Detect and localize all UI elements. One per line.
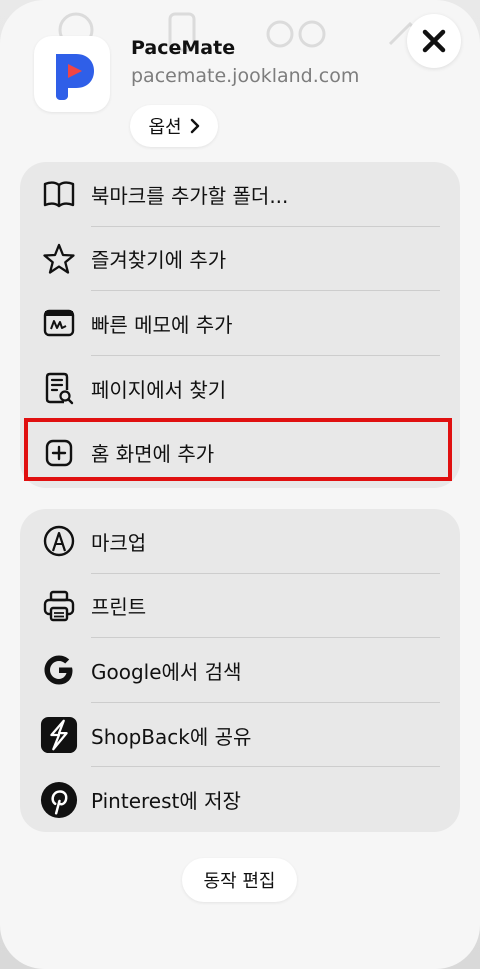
- action-label: 즐겨찾기에 추가: [91, 248, 227, 273]
- options-button[interactable]: 옵션: [130, 105, 218, 147]
- action-row-google-search[interactable]: Google에서 검색: [20, 638, 460, 703]
- quick-note-icon: [40, 304, 78, 342]
- action-label: 프린트: [91, 595, 147, 620]
- action-label: 빠른 메모에 추가: [91, 312, 233, 337]
- printer-icon: [40, 587, 78, 625]
- action-label: 마크업: [91, 530, 147, 555]
- action-row-add-favorites[interactable]: 즐겨찾기에 추가: [20, 227, 460, 292]
- app-url: pacemate.jookland.com: [131, 65, 360, 87]
- action-row-quick-note[interactable]: 빠른 메모에 추가: [20, 291, 460, 356]
- options-label: 옵션: [148, 117, 182, 138]
- action-label: 북마크를 추가할 폴더...: [91, 183, 289, 208]
- action-label: Pinterest에 저장: [91, 789, 241, 814]
- close-icon: [422, 29, 446, 53]
- shopback-icon: [40, 716, 78, 754]
- action-row-print[interactable]: 프린트: [20, 574, 460, 639]
- book-icon: [40, 175, 78, 213]
- share-sheet: PaceMate pacemate.jookland.com 옵션 북마크를 추…: [0, 0, 480, 969]
- action-label: ShopBack에 공유: [91, 724, 252, 749]
- google-icon: [40, 651, 78, 689]
- edit-actions-button[interactable]: 동작 편집: [182, 858, 297, 902]
- action-label: 페이지에서 찾기: [91, 377, 227, 402]
- pacemate-logo-icon: [56, 54, 94, 100]
- action-row-markup[interactable]: 마크업: [20, 509, 460, 574]
- app-name: PaceMate: [131, 37, 236, 59]
- action-group-secondary: 마크업 프린트 Google에서 검색 ShopBack에 공유 Pintere…: [20, 509, 460, 832]
- find-in-page-icon: [40, 369, 78, 407]
- markup-pen-icon: [40, 522, 78, 560]
- sheet-header: PaceMate pacemate.jookland.com 옵션: [0, 0, 480, 160]
- action-label: Google에서 검색: [91, 659, 242, 684]
- close-button[interactable]: [407, 14, 461, 68]
- action-row-bookmark-folder[interactable]: 북마크를 추가할 폴더...: [20, 162, 460, 227]
- highlight-box: [24, 418, 452, 481]
- pinterest-icon: [40, 781, 78, 819]
- star-icon: [40, 240, 78, 278]
- action-row-find-in-page[interactable]: 페이지에서 찾기: [20, 356, 460, 421]
- action-row-shopback-share[interactable]: ShopBack에 공유: [20, 703, 460, 768]
- chevron-right-icon: [190, 118, 199, 134]
- action-row-pinterest-save[interactable]: Pinterest에 저장: [20, 767, 460, 832]
- app-icon: [34, 36, 110, 112]
